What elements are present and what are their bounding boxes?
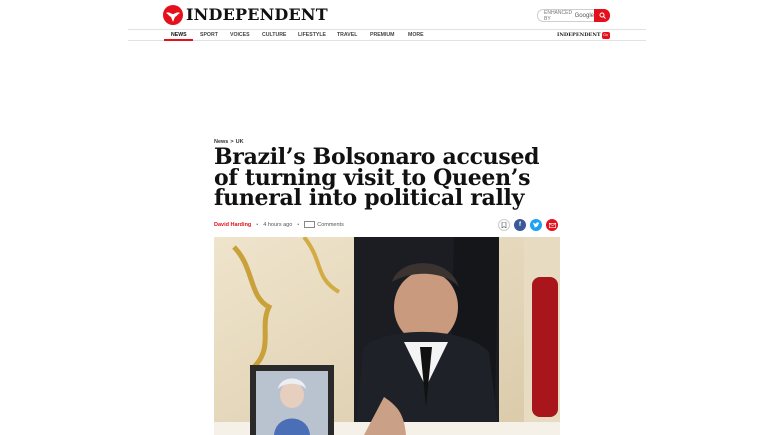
facebook-icon: f <box>519 222 521 228</box>
search-icon <box>599 12 606 19</box>
nav-item-news[interactable]: NEWS <box>164 30 193 41</box>
bookmark-button[interactable] <box>498 219 510 231</box>
nav-item-sport[interactable]: SPORT <box>200 30 218 41</box>
search-input[interactable]: ENHANCED BY Google <box>537 9 594 22</box>
nav-item-travel[interactable]: TRAVEL <box>337 30 357 41</box>
premium-wordmark: INDEPENDENT <box>557 32 601 38</box>
eagle-logo-icon <box>163 5 183 25</box>
search-button[interactable] <box>594 9 610 22</box>
search-provider: Google <box>574 12 594 19</box>
comments-link[interactable]: Comments <box>317 222 344 228</box>
email-icon <box>548 222 556 228</box>
premium-badge: Go <box>601 31 610 39</box>
share-bar: f <box>498 219 558 231</box>
nav-item-culture[interactable]: CULTURE <box>262 30 286 41</box>
twitter-icon <box>532 222 539 228</box>
share-facebook-button[interactable]: f <box>514 219 526 231</box>
publish-time: 4 hours ago <box>263 221 293 228</box>
nav-item-voices[interactable]: VOICES <box>230 30 250 41</box>
byline-separator-icon: • <box>256 221 259 228</box>
search-box[interactable]: ENHANCED BY Google <box>537 9 610 22</box>
search-placeholder: ENHANCED BY <box>544 9 573 22</box>
nav-item-premium[interactable]: PREMIUM <box>370 30 395 41</box>
byline-separator-icon: • <box>297 221 300 228</box>
byline: David Harding • 4 hours ago • Comments <box>214 220 344 229</box>
hero-image[interactable] <box>214 237 560 435</box>
author-link[interactable]: David Harding <box>214 222 251 228</box>
portrait-frame <box>250 365 334 435</box>
nav-item-more[interactable]: MORE <box>408 30 424 41</box>
comment-icon[interactable] <box>304 221 316 228</box>
share-twitter-button[interactable] <box>530 219 542 231</box>
bookmark-icon <box>501 222 507 228</box>
nav-item-lifestyle[interactable]: LIFESTYLE <box>298 30 326 41</box>
share-email-button[interactable] <box>546 219 558 231</box>
masthead: INDEPENDENT ENHANCED BY Google <box>0 0 774 29</box>
site-logo[interactable]: INDEPENDENT <box>163 5 328 25</box>
hero-illustration <box>214 237 560 435</box>
independent-premium-link[interactable]: INDEPENDENT Go <box>557 31 610 39</box>
article-headline: Brazil’s Bolsonaro accused of turning vi… <box>214 144 540 211</box>
brand-name: INDEPENDENT <box>186 5 328 24</box>
